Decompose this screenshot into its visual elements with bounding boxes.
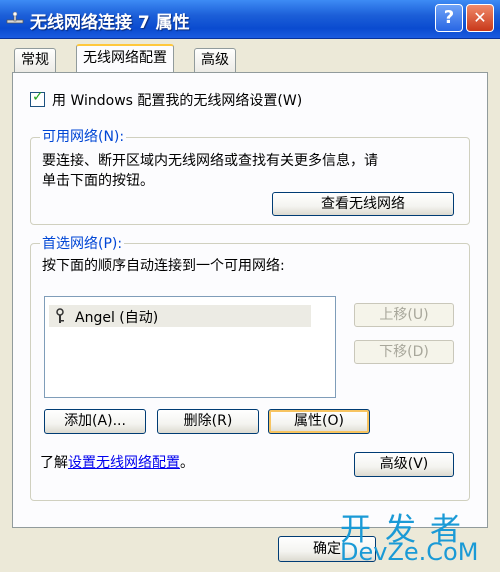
tab-wireless-config[interactable]: 无线网络配置 xyxy=(76,44,174,72)
list-item[interactable]: Angel (自动) xyxy=(49,305,311,327)
title-bar[interactable]: 无线网络连接 7 属性 ? ✕ xyxy=(0,0,500,39)
network-name: Angel (自动) xyxy=(75,310,159,326)
available-networks-desc-line1: 要连接、断开区域内无线网络或查找有关更多信息，请 xyxy=(42,153,378,169)
preferred-networks-list[interactable]: Angel (自动) xyxy=(44,296,336,398)
learn-suffix: 。 xyxy=(180,455,194,471)
close-button[interactable]: ✕ xyxy=(466,4,494,32)
add-button[interactable]: 添加(A)... xyxy=(44,409,146,434)
view-wireless-networks-button[interactable]: 查看无线网络 xyxy=(272,192,454,216)
wireless-config-link[interactable]: 设置无线网络配置 xyxy=(68,455,180,471)
watermark-url: DevZe.CoM xyxy=(340,538,479,566)
advanced-button[interactable]: 高级(V) xyxy=(354,452,454,477)
preferred-networks-legend: 首选网络(P): xyxy=(40,233,125,253)
move-down-button[interactable]: 下移(D) xyxy=(354,340,454,364)
network-connection-icon xyxy=(6,11,24,24)
help-button[interactable]: ? xyxy=(435,4,463,32)
preferred-networks-desc: 按下面的顺序自动连接到一个可用网络: xyxy=(42,258,285,274)
properties-button[interactable]: 属性(O) xyxy=(268,409,370,434)
use-windows-config-checkbox[interactable]: ✓ xyxy=(30,89,45,107)
available-networks-desc-line2: 单击下面的按钮。 xyxy=(42,173,154,189)
learn-text: 了解设置无线网络配置。 xyxy=(40,452,194,472)
window-title: 无线网络连接 7 属性 xyxy=(30,13,190,33)
check-icon: ✓ xyxy=(32,89,44,105)
move-up-button[interactable]: 上移(U) xyxy=(354,303,454,327)
tab-advanced[interactable]: 高级 xyxy=(194,48,236,72)
learn-prefix: 了解 xyxy=(40,455,68,471)
tab-general[interactable]: 常规 xyxy=(14,48,56,72)
remove-button[interactable]: 删除(R) xyxy=(157,409,259,434)
available-networks-legend: 可用网络(N): xyxy=(40,126,127,146)
network-key-icon xyxy=(56,308,64,323)
use-windows-config-label[interactable]: 用 Windows 配置我的无线网络设置(W) xyxy=(52,90,302,110)
